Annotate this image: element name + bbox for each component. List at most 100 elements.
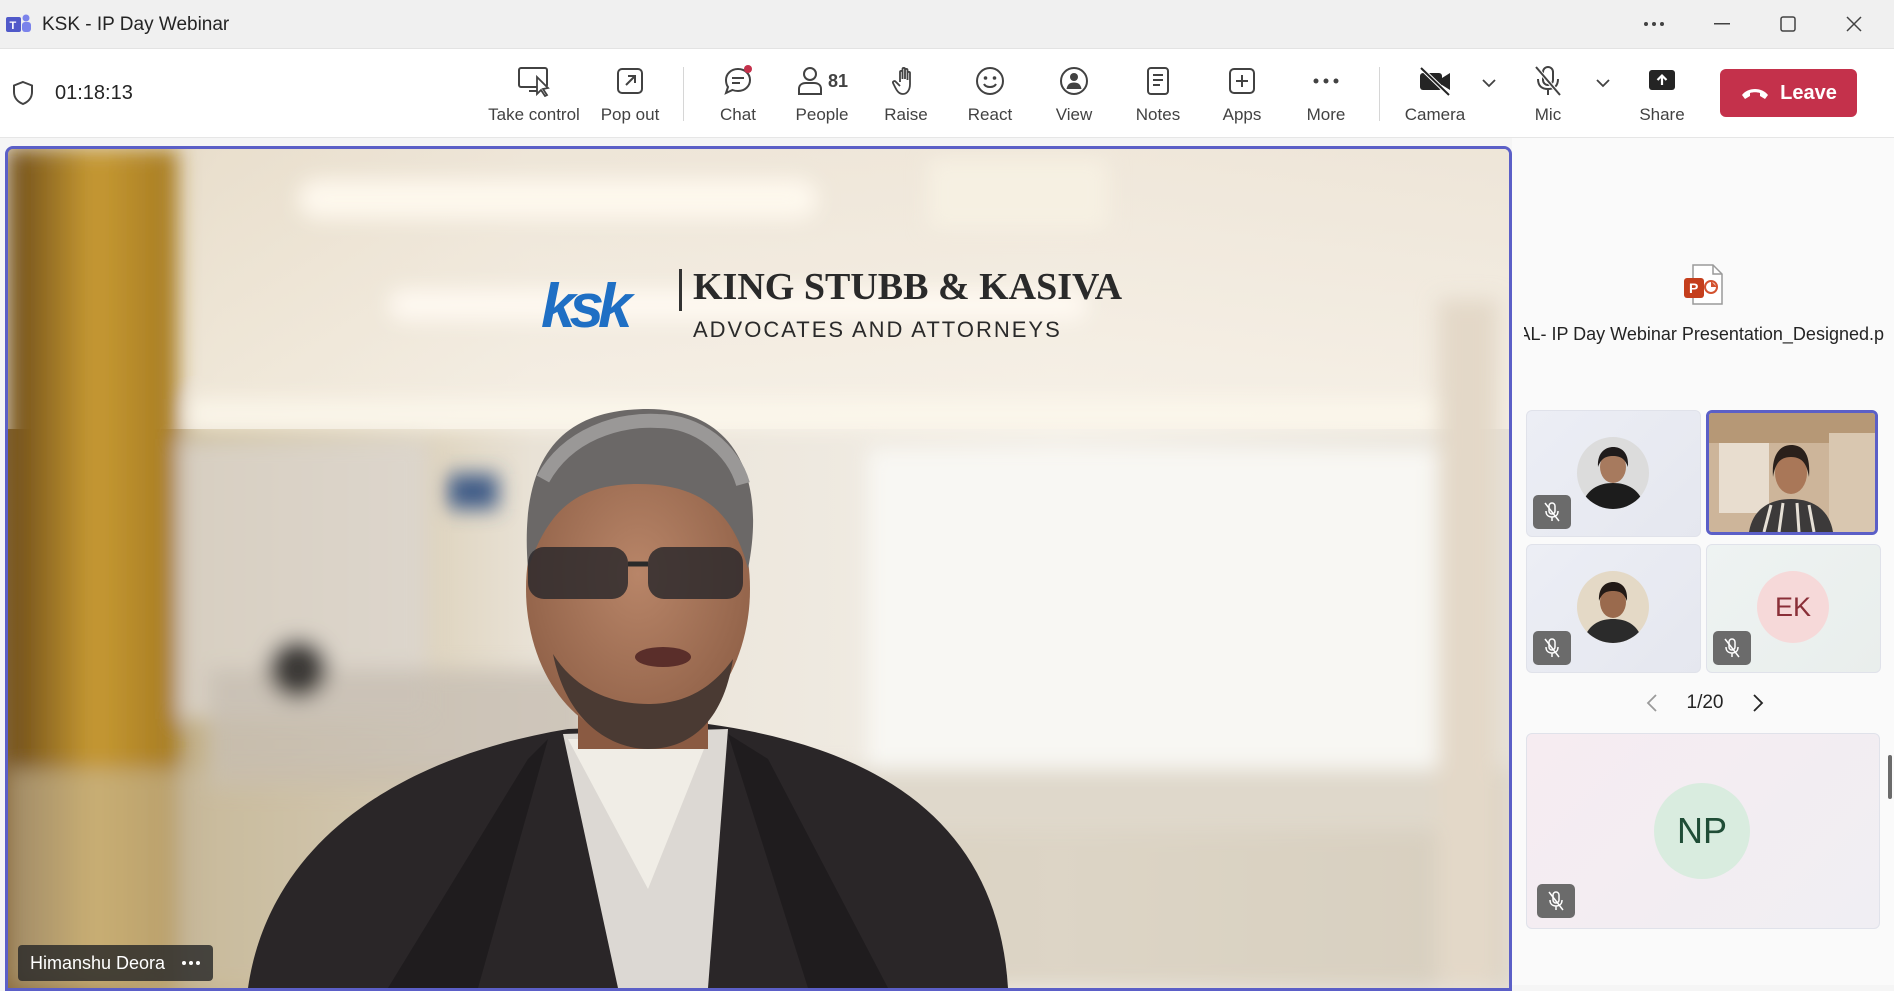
svg-text:T: T — [10, 20, 17, 32]
toolbar-divider — [1379, 67, 1380, 121]
take-control-icon — [518, 67, 550, 97]
participant-tile[interactable]: NP — [1526, 733, 1880, 929]
mic-options-button[interactable] — [1590, 75, 1616, 147]
notes-button[interactable]: Notes — [1128, 61, 1188, 133]
shared-file-card[interactable]: P NAL- IP Day Webinar Presentation_Desig… — [1524, 262, 1884, 352]
participant-initials-avatar: EK — [1757, 571, 1829, 643]
react-button[interactable]: React — [960, 61, 1020, 133]
more-button[interactable]: More — [1296, 61, 1356, 133]
participant-tile[interactable]: EK — [1706, 544, 1881, 673]
banner-title: KING STUBB & KASIVA — [693, 266, 1123, 308]
share-button[interactable]: Share — [1634, 61, 1690, 133]
participant-video — [1709, 413, 1875, 532]
speaker-name: Himanshu Deora — [30, 952, 166, 973]
participant-tile[interactable] — [1526, 544, 1701, 673]
shield-icon — [13, 80, 33, 106]
participant-video-tile[interactable] — [1706, 410, 1878, 535]
ksk-logo: ksk — [541, 272, 632, 341]
virtual-background-banner: ksk KING STUBB & KASIVA ADVOCATES AND AT… — [541, 261, 1181, 351]
leave-button[interactable]: Leave — [1720, 69, 1857, 117]
more-label: More — [1306, 105, 1346, 124]
pop-out-icon — [617, 68, 643, 94]
muted-indicator — [1533, 495, 1571, 529]
view-icon — [1060, 67, 1088, 95]
participant-initials-avatar: NP — [1654, 783, 1750, 879]
people-button[interactable]: 81 People — [786, 61, 858, 133]
shared-file-name: NAL- IP Day Webinar Presentation_Designe… — [1524, 324, 1884, 344]
view-button[interactable]: View — [1044, 61, 1104, 133]
mic-off-icon — [1544, 502, 1560, 522]
pager-label: 1/20 — [1686, 692, 1724, 713]
muted-indicator — [1533, 631, 1571, 665]
meeting-toolbar: 01:18:13 Take control Pop out Chat 81 Pe… — [0, 49, 1894, 138]
chevron-down-icon — [1596, 79, 1610, 88]
pop-out-label: Pop out — [600, 105, 660, 124]
minimize-button[interactable] — [1694, 0, 1750, 48]
view-label: View — [1055, 105, 1093, 124]
apps-label: Apps — [1222, 105, 1262, 124]
apps-button[interactable]: Apps — [1212, 61, 1272, 133]
close-icon — [1846, 16, 1862, 32]
mic-off-icon — [1534, 65, 1562, 97]
mic-off-icon — [1724, 638, 1740, 658]
notes-label: Notes — [1135, 105, 1181, 124]
meeting-timer: 01:18:13 — [55, 82, 133, 104]
muted-indicator — [1537, 884, 1575, 918]
camera-label: Camera — [1404, 105, 1466, 124]
chevron-down-icon — [1482, 79, 1496, 88]
teams-app-icon: T — [6, 14, 31, 32]
participant-tile[interactable] — [1526, 410, 1701, 537]
chevron-right-icon[interactable] — [1751, 693, 1765, 713]
ellipsis-icon[interactable] — [181, 960, 201, 966]
mic-off-icon — [1544, 638, 1560, 658]
notes-icon — [1147, 67, 1169, 95]
close-button[interactable] — [1826, 0, 1882, 48]
take-control-label: Take control — [488, 105, 580, 124]
participant-pager: 1/20 — [1645, 689, 1765, 717]
toolbar-divider — [683, 67, 684, 121]
people-icon — [797, 67, 822, 95]
camera-button[interactable]: Camera — [1400, 61, 1470, 133]
leave-label: Leave — [1780, 81, 1837, 104]
people-label: People — [795, 105, 849, 124]
share-label: Share — [1639, 105, 1685, 124]
mic-off-icon — [1548, 891, 1564, 911]
mic-label: Mic — [1534, 105, 1562, 124]
speaker-name-tag: Himanshu Deora — [18, 945, 214, 981]
chat-button[interactable]: Chat — [708, 61, 768, 133]
banner-subtitle: ADVOCATES AND ATTORNEYS — [693, 317, 1062, 342]
svg-text:P: P — [1689, 280, 1698, 296]
camera-options-button[interactable] — [1476, 75, 1502, 147]
chat-label: Chat — [720, 105, 756, 124]
ellipsis-icon — [1644, 22, 1664, 26]
people-count: 81 — [827, 70, 849, 91]
raise-label: Raise — [884, 105, 928, 124]
pop-out-button[interactable]: Pop out — [594, 61, 666, 133]
powerpoint-icon: P — [1684, 264, 1723, 305]
camera-off-icon — [1419, 66, 1451, 97]
maximize-button[interactable] — [1760, 0, 1816, 48]
participant-avatar — [1577, 571, 1649, 643]
apps-icon — [1229, 68, 1255, 94]
chevron-left-icon[interactable] — [1645, 693, 1659, 713]
logo-divider — [679, 269, 682, 311]
phone-hangup-icon — [1742, 89, 1769, 99]
muted-indicator — [1713, 631, 1751, 665]
raise-hand-button[interactable]: Raise — [876, 61, 936, 133]
window-title: KSK - IP Day Webinar — [42, 14, 230, 35]
react-label: React — [967, 105, 1013, 124]
minimize-icon — [1714, 23, 1730, 25]
smiley-icon — [976, 67, 1004, 95]
mic-button[interactable]: Mic — [1520, 61, 1576, 133]
main-speaker-video[interactable]: ksk KING STUBB & KASIVA ADVOCATES AND AT… — [5, 146, 1512, 991]
chat-icon — [724, 65, 752, 95]
take-control-button[interactable]: Take control — [488, 61, 580, 133]
ellipsis-icon — [1313, 78, 1339, 84]
raise-hand-icon — [892, 66, 911, 95]
window-more-button[interactable] — [1626, 0, 1682, 48]
panel-scrollbar[interactable] — [1888, 755, 1892, 799]
maximize-icon — [1780, 16, 1796, 32]
share-screen-icon — [1649, 70, 1675, 90]
title-bar: T KSK - IP Day Webinar — [0, 0, 1894, 49]
participant-avatar — [1577, 437, 1649, 509]
